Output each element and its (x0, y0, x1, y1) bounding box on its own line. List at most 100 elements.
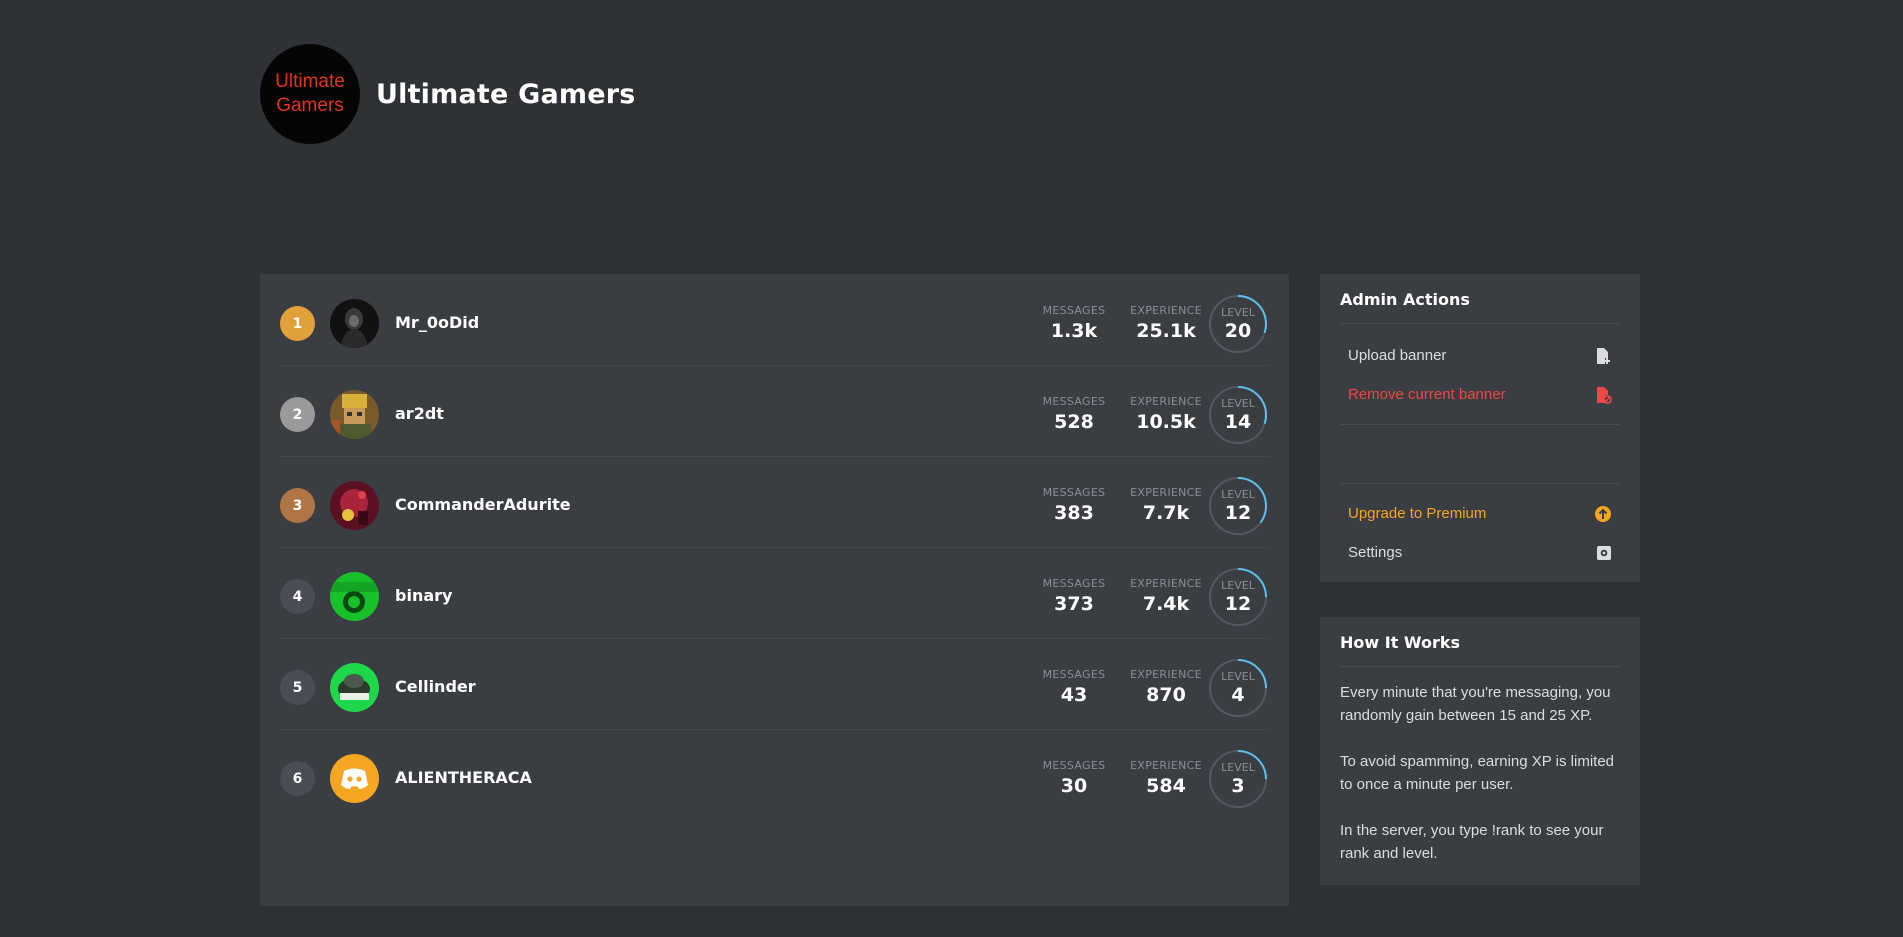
experience-stat: EXPERIENCE 10.5k (1126, 395, 1206, 433)
experience-value: 10.5k (1136, 411, 1196, 433)
rank-badge: 1 (280, 306, 315, 341)
rank-badge: 5 (280, 670, 315, 705)
messages-label: MESSAGES (1042, 304, 1106, 317)
admin-actions-panel: Admin Actions Upload banner Remove curre… (1320, 274, 1640, 582)
remove-banner-button[interactable]: Remove current banner (1348, 375, 1612, 414)
experience-label: EXPERIENCE (1130, 486, 1202, 499)
level-label: LEVEL (1221, 397, 1255, 410)
messages-value: 43 (1060, 684, 1088, 706)
username[interactable]: Cellinder (395, 677, 476, 696)
experience-stat: EXPERIENCE 7.7k (1126, 486, 1206, 524)
admin-actions-title: Admin Actions (1340, 274, 1620, 324)
user-avatar[interactable] (330, 663, 379, 712)
settings-button[interactable]: Settings (1348, 533, 1612, 572)
messages-stat: MESSAGES 373 (1034, 577, 1114, 615)
how-it-works-panel: How It Works Every minute that you're me… (1320, 617, 1640, 885)
level-value: 20 (1224, 320, 1252, 342)
experience-label: EXPERIENCE (1130, 395, 1202, 408)
experience-value: 7.4k (1142, 593, 1190, 615)
how-it-works-paragraph: To avoid spamming, earning XP is limited… (1340, 753, 1615, 793)
level-ring: LEVEL 4 (1208, 658, 1268, 718)
upgrade-premium-button[interactable]: Upgrade to Premium (1348, 494, 1612, 533)
server-name: Ultimate Gamers (376, 78, 636, 110)
rank-badge: 4 (280, 579, 315, 614)
upload-banner-label: Upload banner (1348, 347, 1447, 364)
how-it-works-paragraph: In the server, you type !rank to see you… (1340, 822, 1604, 862)
messages-label: MESSAGES (1042, 668, 1106, 681)
server-logo: Ultimate Gamers (260, 44, 360, 144)
username[interactable]: CommanderAdurite (395, 495, 571, 514)
experience-stat: EXPERIENCE 584 (1126, 759, 1206, 797)
messages-value: 373 (1054, 593, 1094, 615)
user-avatar[interactable] (330, 754, 379, 803)
messages-label: MESSAGES (1042, 577, 1106, 590)
settings-label: Settings (1348, 544, 1403, 561)
experience-label: EXPERIENCE (1130, 577, 1202, 590)
leaderboard-row[interactable]: 6 ALIENTHERACA MESSAGES 30 EXPERIENCE 58… (280, 729, 1269, 820)
server-logo-line1: Ultimate (275, 71, 345, 92)
messages-value: 1.3k (1050, 320, 1098, 342)
level-label: LEVEL (1221, 761, 1255, 774)
username[interactable]: Mr_0oDid (395, 313, 479, 332)
leaderboard-row[interactable]: 3 CommanderAdurite MESSAGES 383 EXPERIEN… (280, 456, 1269, 548)
how-it-works-title: How It Works (1340, 617, 1620, 667)
messages-stat: MESSAGES 30 (1034, 759, 1114, 797)
username[interactable]: ar2dt (395, 404, 444, 423)
file-plus-icon (1597, 347, 1610, 364)
username[interactable]: binary (395, 586, 452, 605)
messages-stat: MESSAGES 528 (1034, 395, 1114, 433)
user-avatar[interactable] (330, 390, 379, 439)
messages-stat: MESSAGES 383 (1034, 486, 1114, 524)
messages-label: MESSAGES (1042, 486, 1106, 499)
messages-value: 528 (1054, 411, 1094, 433)
discord-logo-icon (330, 754, 379, 803)
rank-badge: 3 (280, 488, 315, 523)
user-avatar[interactable] (330, 572, 379, 621)
experience-value: 25.1k (1136, 320, 1196, 342)
level-value: 4 (1231, 684, 1245, 706)
level-ring: LEVEL 3 (1208, 749, 1268, 809)
level-ring: LEVEL 14 (1208, 385, 1268, 445)
experience-label: EXPERIENCE (1130, 668, 1202, 681)
experience-value: 870 (1146, 684, 1186, 706)
user-avatar[interactable] (330, 481, 379, 530)
level-label: LEVEL (1221, 488, 1255, 501)
leaderboard-row[interactable]: 5 Cellinder MESSAGES 43 EXPERIENCE 870 L… (280, 638, 1269, 730)
level-ring: LEVEL 20 (1208, 294, 1268, 354)
gear-square-icon (1597, 545, 1611, 560)
level-value: 12 (1224, 593, 1252, 615)
leaderboard: 1 Mr_0oDid MESSAGES 1.3k EXPERIENCE 25.1… (260, 274, 1289, 906)
leaderboard-row[interactable]: 4 binary MESSAGES 373 EXPERIENCE 7.4k LE… (280, 547, 1269, 639)
file-remove-icon (1597, 386, 1612, 404)
messages-stat: MESSAGES 43 (1034, 668, 1114, 706)
upgrade-premium-label: Upgrade to Premium (1348, 505, 1487, 522)
level-value: 12 (1224, 502, 1252, 524)
arrow-up-circle-icon (1595, 505, 1611, 522)
upload-banner-button[interactable]: Upload banner (1348, 336, 1612, 375)
how-it-works-paragraph: Every minute that you're messaging, you … (1340, 684, 1611, 724)
user-avatar[interactable] (330, 299, 379, 348)
experience-label: EXPERIENCE (1130, 304, 1202, 317)
experience-stat: EXPERIENCE 870 (1126, 668, 1206, 706)
messages-stat: MESSAGES 1.3k (1034, 304, 1114, 342)
server-header: Ultimate Gamers Ultimate Gamers (260, 44, 636, 144)
experience-value: 7.7k (1142, 502, 1190, 524)
messages-label: MESSAGES (1042, 395, 1106, 408)
messages-value: 383 (1054, 502, 1094, 524)
rank-badge: 6 (280, 761, 315, 796)
server-logo-line2: Gamers (276, 95, 344, 116)
level-value: 14 (1224, 411, 1252, 433)
level-label: LEVEL (1221, 306, 1255, 319)
leaderboard-row[interactable]: 1 Mr_0oDid MESSAGES 1.3k EXPERIENCE 25.1… (280, 274, 1269, 366)
messages-value: 30 (1060, 775, 1088, 797)
how-it-works-text: Every minute that you're messaging, you … (1340, 667, 1620, 885)
experience-stat: EXPERIENCE 25.1k (1126, 304, 1206, 342)
messages-label: MESSAGES (1042, 759, 1106, 772)
experience-value: 584 (1146, 775, 1186, 797)
level-label: LEVEL (1221, 670, 1255, 683)
experience-label: EXPERIENCE (1130, 759, 1202, 772)
rank-badge: 2 (280, 397, 315, 432)
leaderboard-row[interactable]: 2 ar2dt MESSAGES 528 EXPERIENCE 10.5k LE… (280, 365, 1269, 457)
username[interactable]: ALIENTHERACA (395, 768, 532, 787)
remove-banner-label: Remove current banner (1348, 386, 1506, 403)
